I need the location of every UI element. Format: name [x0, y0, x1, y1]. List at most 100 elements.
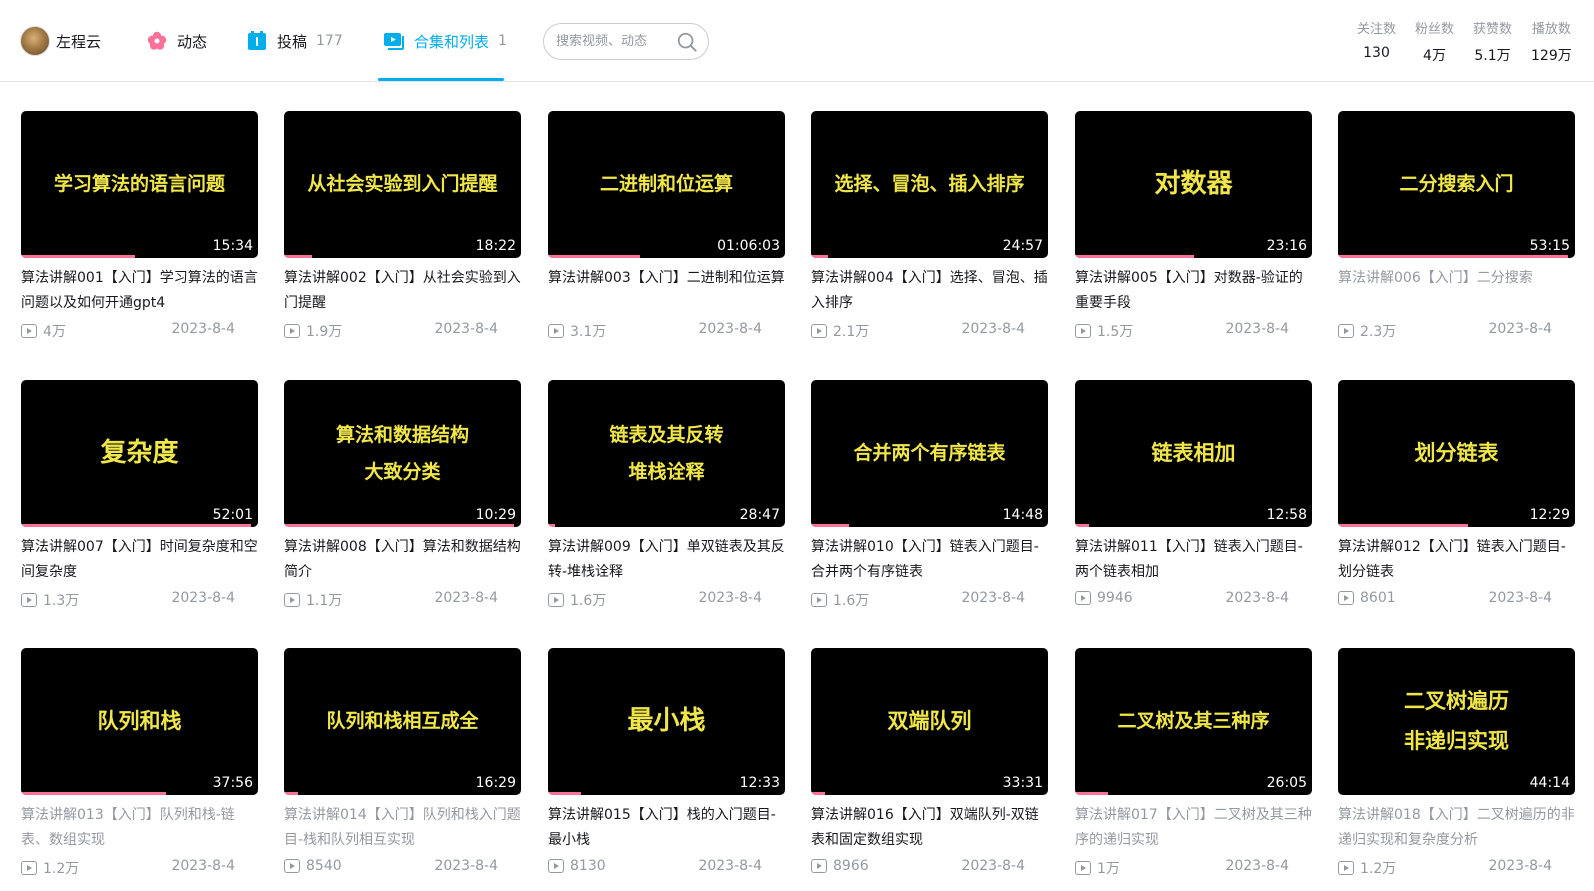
video-upload-icon	[248, 31, 266, 50]
video-card[interactable]: 从社会实验到入门提醒 18:22 算法讲解002【入门】从社会实验到入门提醒 1…	[284, 111, 521, 341]
play-count: 1.6万	[811, 590, 869, 610]
video-card[interactable]: 二叉树遍历 非递归实现 44:14 算法讲解018【入门】二叉树遍历的非递归实现和…	[1338, 648, 1575, 878]
tab-uploads[interactable]: 投稿 177	[245, 26, 343, 56]
video-thumbnail[interactable]: 链表及其反转 堆栈诠释 28:47	[548, 380, 785, 527]
video-thumbnail[interactable]: 选择、冒泡、插入排序 24:57	[811, 111, 1048, 258]
video-thumbnail[interactable]: 二进制和位运算 01:06:03	[548, 111, 785, 258]
video-card[interactable]: 队列和栈相互成全 16:29 算法讲解014【入门】队列和栈入门题目-栈和队列相…	[284, 648, 521, 874]
video-meta: 1.2万 2023-8-4	[21, 858, 235, 878]
video-thumbnail[interactable]: 队列和栈相互成全 16:29	[284, 648, 521, 795]
play-count-value: 4万	[43, 324, 66, 340]
video-title[interactable]: 算法讲解003【入门】二进制和位运算	[548, 266, 785, 316]
upload-date: 2023-8-4	[171, 858, 235, 874]
video-duration: 33:31	[1002, 775, 1043, 791]
video-meta: 2.1万 2023-8-4	[811, 321, 1025, 341]
play-count-value: 2.1万	[833, 324, 870, 340]
video-title[interactable]: 算法讲解016【入门】双端队列-双链表和固定数组实现	[811, 803, 1048, 853]
video-title[interactable]: 算法讲解006【入门】二分搜索	[1338, 266, 1575, 316]
video-card[interactable]: 链表相加 12:58 算法讲解011【入门】链表入门题目-两个链表相加 9946…	[1075, 380, 1312, 606]
video-thumbnail[interactable]: 学习算法的语言问题 15:34	[21, 111, 258, 258]
video-card[interactable]: 链表及其反转 堆栈诠释 28:47 算法讲解009【入门】单双链表及其反转-堆栈诠…	[548, 380, 785, 610]
video-card[interactable]: 算法和数据结构 大致分类 10:29 算法讲解008【入门】算法和数据结构简介 1…	[284, 380, 521, 610]
video-card[interactable]: 队列和栈 37:56 算法讲解013【入门】队列和栈-链表、数组实现 1.2万 …	[21, 648, 258, 878]
play-count-value: 1.1万	[306, 593, 343, 609]
video-card[interactable]: 划分链表 12:29 算法讲解012【入门】链表入门题目-划分链表 8601 2…	[1338, 380, 1575, 606]
upload-date: 2023-8-4	[1225, 321, 1289, 337]
video-thumbnail[interactable]: 合并两个有序链表 14:48	[811, 380, 1048, 527]
video-card[interactable]: 复杂度 52:01 算法讲解007【入门】时间复杂度和空间复杂度 1.3万 20…	[21, 380, 258, 610]
watch-progress-bar	[1075, 792, 1109, 795]
video-thumbnail[interactable]: 复杂度 52:01	[21, 380, 258, 527]
play-count-value: 2.3万	[1360, 324, 1397, 340]
video-card[interactable]: 选择、冒泡、插入排序 24:57 算法讲解004【入门】选择、冒泡、插入排序 2…	[811, 111, 1048, 341]
video-title[interactable]: 算法讲解004【入门】选择、冒泡、插入排序	[811, 266, 1048, 316]
video-thumbnail[interactable]: 双端队列 33:31	[811, 648, 1048, 795]
video-thumbnail[interactable]: 对数器 23:16	[1075, 111, 1312, 258]
watch-progress-bar	[284, 792, 299, 795]
video-thumbnail[interactable]: 从社会实验到入门提醒 18:22	[284, 111, 521, 258]
upload-date: 2023-8-4	[434, 590, 498, 606]
stat-following[interactable]: 关注数 130	[1357, 18, 1396, 61]
upload-date: 2023-8-4	[171, 321, 235, 337]
video-title[interactable]: 算法讲解001【入门】学习算法的语言问题以及如何开通gpt4	[21, 266, 258, 316]
stat-followers[interactable]: 粉丝数 4万	[1415, 18, 1454, 65]
stat-likes-label: 获赞数	[1473, 22, 1513, 37]
video-meta: 8966 2023-8-4	[811, 858, 1025, 874]
play-count-icon	[1075, 591, 1091, 605]
user-profile-link[interactable]: 左程云	[20, 26, 101, 56]
video-card[interactable]: 二进制和位运算 01:06:03 算法讲解003【入门】二进制和位运算 3.1万…	[548, 111, 785, 341]
thumbnail-text: 复杂度	[100, 437, 179, 468]
video-thumbnail[interactable]: 二分搜索入门 53:15	[1338, 111, 1575, 258]
play-count-icon	[811, 593, 827, 607]
video-thumbnail[interactable]: 二叉树遍历 非递归实现 44:14	[1338, 648, 1575, 795]
thumbnail-text: 算法和数据结构	[335, 424, 469, 447]
video-thumbnail[interactable]: 链表相加 12:58	[1075, 380, 1312, 527]
video-card[interactable]: 二叉树及其三种序 26:05 算法讲解017【入门】二叉树及其三种序的递归实现 …	[1075, 648, 1312, 878]
video-card[interactable]: 学习算法的语言问题 15:34 算法讲解001【入门】学习算法的语言问题以及如何…	[21, 111, 258, 341]
video-thumbnail[interactable]: 二叉树及其三种序 26:05	[1075, 648, 1312, 795]
video-card[interactable]: 合并两个有序链表 14:48 算法讲解010【入门】链表入门题目-合并两个有序链…	[811, 380, 1048, 610]
video-title[interactable]: 算法讲解005【入门】对数器-验证的重要手段	[1075, 266, 1312, 316]
search-icon[interactable]	[676, 31, 698, 53]
video-title[interactable]: 算法讲解015【入门】栈的入门题目-最小栈	[548, 803, 785, 853]
video-thumbnail[interactable]: 算法和数据结构 大致分类 10:29	[284, 380, 521, 527]
watch-progress-bar	[21, 524, 251, 527]
upload-date: 2023-8-4	[961, 858, 1025, 874]
video-title[interactable]: 算法讲解014【入门】队列和栈入门题目-栈和队列相互实现	[284, 803, 521, 853]
video-duration: 12:58	[1266, 507, 1307, 523]
thumbnail-text: 从社会实验到入门提醒	[307, 173, 498, 196]
video-card[interactable]: 双端队列 33:31 算法讲解016【入门】双端队列-双链表和固定数组实现 89…	[811, 648, 1048, 874]
video-title[interactable]: 算法讲解017【入门】二叉树及其三种序的递归实现	[1075, 803, 1312, 853]
tab-collections-count: 1	[498, 33, 507, 49]
play-count-icon	[1075, 861, 1091, 875]
video-title[interactable]: 算法讲解011【入门】链表入门题目-两个链表相加	[1075, 535, 1312, 585]
video-card[interactable]: 最小栈 12:33 算法讲解015【入门】栈的入门题目-最小栈 8130 202…	[548, 648, 785, 874]
play-count-value: 8601	[1360, 590, 1396, 606]
video-title[interactable]: 算法讲解018【入门】二叉树遍历的非递归实现和复杂度分析	[1338, 803, 1575, 853]
video-title[interactable]: 算法讲解008【入门】算法和数据结构简介	[284, 535, 521, 585]
tab-dynamics[interactable]: 动态	[145, 26, 207, 56]
video-duration: 53:15	[1529, 238, 1570, 254]
video-title[interactable]: 算法讲解002【入门】从社会实验到入门提醒	[284, 266, 521, 316]
video-thumbnail[interactable]: 队列和栈 37:56	[21, 648, 258, 795]
play-count-icon	[1075, 324, 1091, 338]
video-meta: 1.9万 2023-8-4	[284, 321, 498, 341]
search-input[interactable]	[556, 34, 666, 49]
upload-date: 2023-8-4	[171, 590, 235, 606]
video-title[interactable]: 算法讲解009【入门】单双链表及其反转-堆栈诠释	[548, 535, 785, 585]
video-title[interactable]: 算法讲解007【入门】时间复杂度和空间复杂度	[21, 535, 258, 585]
video-thumbnail[interactable]: 最小栈 12:33	[548, 648, 785, 795]
stat-followers-label: 粉丝数	[1415, 22, 1455, 37]
video-title[interactable]: 算法讲解013【入门】队列和栈-链表、数组实现	[21, 803, 258, 853]
video-title[interactable]: 算法讲解010【入门】链表入门题目-合并两个有序链表	[811, 535, 1048, 585]
tab-collections[interactable]: 合集和列表 1	[382, 26, 507, 56]
thumbnail-text: 双端队列	[887, 708, 972, 733]
video-card[interactable]: 对数器 23:16 算法讲解005【入门】对数器-验证的重要手段 1.5万 20…	[1075, 111, 1312, 341]
video-title[interactable]: 算法讲解012【入门】链表入门题目-划分链表	[1338, 535, 1575, 585]
video-meta: 8130 2023-8-4	[548, 858, 762, 874]
video-thumbnail[interactable]: 划分链表 12:29	[1338, 380, 1575, 527]
search-box[interactable]	[543, 23, 709, 60]
play-count: 1.6万	[548, 590, 606, 610]
active-tab-indicator	[378, 78, 504, 81]
video-card[interactable]: 二分搜索入门 53:15 算法讲解006【入门】二分搜索 2.3万 2023-8…	[1338, 111, 1575, 341]
